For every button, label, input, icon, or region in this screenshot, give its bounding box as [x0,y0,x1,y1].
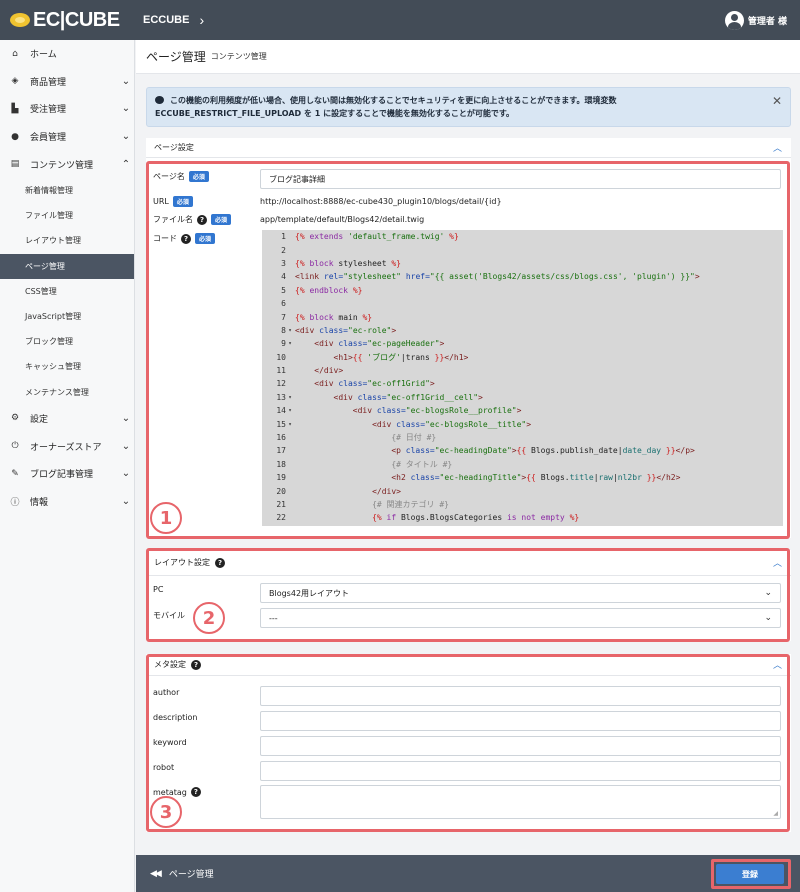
plug-icon: ⏻ [11,441,19,452]
sidebar-item-label: コンテンツ管理 [30,160,94,171]
chevron-down-icon: ⌄ [121,131,131,143]
alert-line-1: この機能の利用頻度が低い場合、使用しない間は無効化することでセキュリティを更に向… [170,96,617,105]
highlight-page-settings [146,161,790,539]
sidebar-item-contents[interactable]: ▤ コンテンツ管理 ⌃ [0,150,134,178]
logo[interactable]: EC|CUBE [0,9,135,32]
close-icon[interactable]: ✕ [772,95,782,108]
sidebar-item-label: 会員管理 [30,133,67,144]
annotation-3: 3 [150,796,182,828]
chevron-down-icon: ⌄ [121,495,131,507]
page-title: ページ管理 [146,50,206,64]
security-alert: この機能の利用頻度が低い場合、使用しない間は無効化することでセキュリティを更に向… [146,87,791,127]
card-title: ページ設定 [154,143,194,152]
user-name: 管理者 様 [747,16,787,27]
chevron-down-icon: ⌄ [121,75,131,87]
users-icon: ● [11,131,19,142]
cube-icon: ◈ [11,76,19,87]
page-subtitle: コンテンツ管理 [210,52,267,61]
sidebar-sub-layouts[interactable]: レイアウト管理 [0,228,134,253]
cart-icon: ▙ [11,103,19,114]
sidebar: ⌂ ホーム ◈ 商品管理 ⌄ ▙ 受注管理 ⌄ ● 会員管理 ⌄ ▤ コンテンツ… [0,40,135,892]
sidebar-item-info[interactable]: ⓘ 情報 ⌄ [0,487,134,515]
chevron-down-icon: ⌄ [121,468,131,480]
shop-name: ECCUBE [143,14,190,26]
chevron-right-icon: › [199,12,205,28]
footer-bar: ◀◀ ページ管理 登録 [136,855,800,892]
highlight-save-button [711,859,791,889]
chevron-down-icon: ⌄ [121,412,131,424]
highlight-layout-settings [146,548,790,642]
chevron-down-icon: ⌄ [121,440,131,452]
chevron-up-icon[interactable]: ︿ [773,141,782,154]
back-label: ページ管理 [168,870,214,880]
shop-link[interactable]: ECCUBE › [143,12,204,28]
sidebar-item-products[interactable]: ◈ 商品管理 ⌄ [0,68,134,96]
user-menu[interactable]: 管理者 様 [724,10,787,30]
sidebar-sub-news[interactable]: 新着情報管理 [0,178,134,203]
logo-mark-icon [10,13,30,27]
highlight-meta-settings [146,654,790,832]
sidebar-sub-javascript[interactable]: JavaScript管理 [0,304,134,329]
info-icon: ⓘ [10,497,20,508]
sidebar-item-label: ホーム [30,50,57,61]
chevron-down-icon: ⌄ [121,103,131,115]
sidebar-item-label: 設定 [30,414,49,425]
home-icon: ⌂ [12,48,18,59]
sidebar-item-label: ブログ記事管理 [30,470,94,481]
sidebar-item-label: 情報 [30,497,49,508]
annotation-2: 2 [193,602,225,634]
pen-icon: ✎ [11,468,19,479]
sidebar-item-owners-store[interactable]: ⏻ オーナーズストア ⌄ [0,432,134,460]
sidebar-item-label: 受注管理 [30,105,67,116]
annotation-1: 1 [150,502,182,534]
sidebar-sub-files[interactable]: ファイル管理 [0,203,134,228]
alert-line-2: ECCUBE_RESTRICT_FILE_UPLOAD を 1 に設定することで… [155,109,515,118]
sidebar-sub-maintenance[interactable]: メンテナンス管理 [0,379,134,404]
sidebar-sub-blocks[interactable]: ブロック管理 [0,329,134,354]
sidebar-item-label: 商品管理 [30,77,67,88]
sidebar-item-orders[interactable]: ▙ 受注管理 ⌄ [0,95,134,123]
double-chevron-left-icon: ◀◀ [150,868,162,879]
page-header: ページ管理 コンテンツ管理 [136,40,800,74]
sidebar-item-home[interactable]: ⌂ ホーム [0,40,134,68]
sidebar-item-customers[interactable]: ● 会員管理 ⌄ [0,123,134,151]
sidebar-item-label: オーナーズストア [30,442,102,453]
logo-text: EC|CUBE [33,8,120,31]
sidebar-sub-cache[interactable]: キャッシュ管理 [0,354,134,379]
sidebar-item-settings[interactable]: ⚙ 設定 ⌄ [0,405,134,433]
page-settings-header[interactable]: ページ設定 ︿ [146,138,791,158]
back-link[interactable]: ◀◀ ページ管理 [150,867,214,881]
gear-icon: ⚙ [10,413,20,424]
chevron-up-icon: ⌃ [121,158,131,170]
sidebar-sub-css[interactable]: CSS管理 [0,279,134,304]
top-bar: EC|CUBE ECCUBE › 管理者 様 [0,0,800,40]
comment-icon [155,96,164,104]
user-icon [724,10,744,30]
file-icon: ▤ [10,159,20,170]
sidebar-sub-pages[interactable]: ページ管理 [0,253,134,279]
sidebar-item-blog[interactable]: ✎ ブログ記事管理 ⌄ [0,460,134,488]
